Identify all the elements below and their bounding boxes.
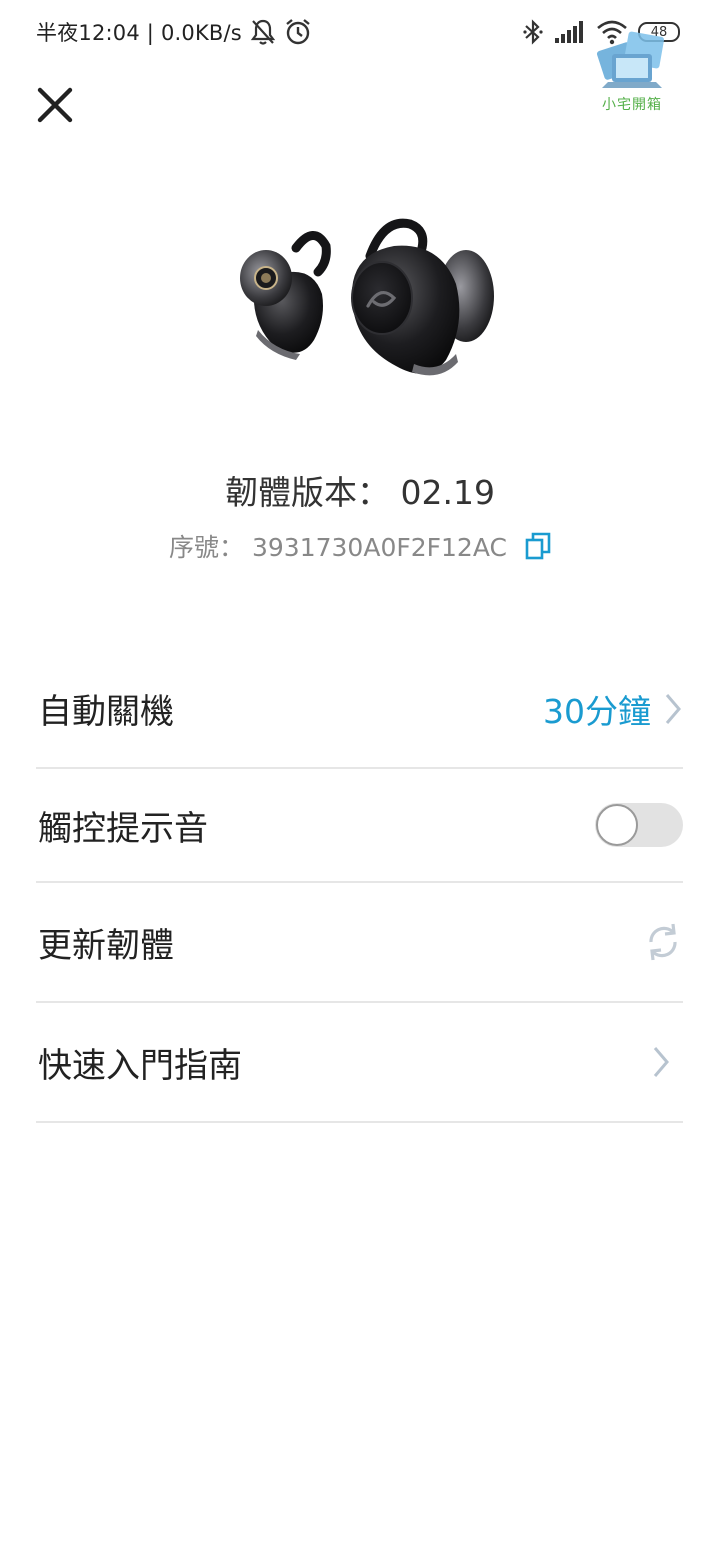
settings-item-label: 快速入門指南 xyxy=(38,1045,242,1086)
serial-text: 序號： 3931730A0F2F12AC xyxy=(169,528,507,564)
bluetooth-icon xyxy=(523,19,543,45)
settings-list: 自動關機 30分鐘 觸控提示音 更新韌體 快速入門指南 xyxy=(36,650,683,1123)
watermark-text: 小宅開箱 xyxy=(602,97,662,113)
device-settings-screen: 半夜12:04 | 0.0KB/s 48 小宅開箱 韌體版本： 02.19 序號… xyxy=(0,0,720,1560)
settings-item-auto-off[interactable]: 自動關機 30分鐘 xyxy=(36,650,683,769)
serial-number: 3931730A0F2F12AC xyxy=(252,533,507,562)
status-left: 半夜12:04 | 0.0KB/s xyxy=(36,16,312,48)
earbuds-image xyxy=(240,218,494,376)
close-button[interactable] xyxy=(34,84,76,126)
settings-item-quick-start[interactable]: 快速入門指南 xyxy=(36,1003,683,1123)
serial-number-line: 序號： 3931730A0F2F12AC xyxy=(0,528,720,564)
copy-icon[interactable] xyxy=(525,532,551,560)
auto-off-value: 30分鐘 xyxy=(543,691,651,731)
signal-icon xyxy=(555,21,583,43)
settings-item-label: 自動關機 xyxy=(38,692,174,732)
bell-off-icon xyxy=(250,19,276,45)
settings-item-right: 30分鐘 xyxy=(543,685,683,733)
chevron-right-icon xyxy=(665,693,681,724)
touch-tone-toggle[interactable] xyxy=(595,803,683,847)
settings-item-update-firmware[interactable]: 更新韌體 xyxy=(36,883,683,1003)
firmware-version: 02.19 xyxy=(400,473,495,512)
toggle-knob xyxy=(596,804,638,846)
watermark-logo: 小宅開箱 xyxy=(596,24,680,114)
firmware-version-line: 韌體版本： 02.19 xyxy=(0,466,720,514)
status-time-network: 半夜12:04 | 0.0KB/s xyxy=(36,21,242,45)
laptop-stack-icon xyxy=(596,31,665,88)
serial-label: 序號： xyxy=(169,533,245,562)
firmware-label: 韌體版本： xyxy=(225,473,390,512)
settings-item-label: 觸控提示音 xyxy=(38,808,208,849)
alarm-icon xyxy=(286,19,310,45)
settings-item-label: 更新韌體 xyxy=(38,925,174,966)
close-icon xyxy=(37,87,73,123)
refresh-icon[interactable] xyxy=(643,920,683,964)
chevron-right-icon xyxy=(653,1047,669,1077)
settings-item-touch-tone: 觸控提示音 xyxy=(36,769,683,883)
